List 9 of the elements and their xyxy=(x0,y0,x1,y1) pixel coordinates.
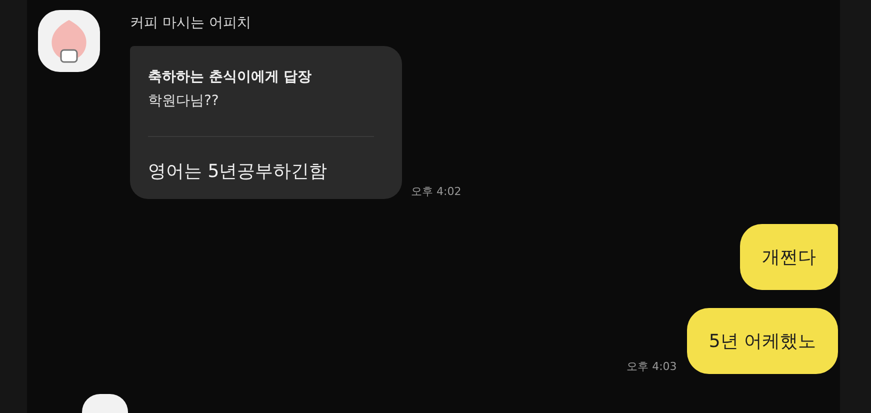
reply-header: 축하하는 춘식이에게 답장 xyxy=(148,68,313,86)
avatar[interactable] xyxy=(38,10,100,72)
message-time: 오후 4:02 xyxy=(411,184,462,199)
message-bubble: 5년 어케했노 xyxy=(686,308,838,374)
message-text: 영어는 5년공부하긴함 xyxy=(148,160,328,183)
message-time: 오후 4:03 xyxy=(626,359,677,374)
quoted-message: 학원다님?? xyxy=(148,92,220,110)
sender-name: 커피 마시는 어피치 xyxy=(130,14,252,32)
message-bubble: 개쩐다 xyxy=(740,224,838,290)
